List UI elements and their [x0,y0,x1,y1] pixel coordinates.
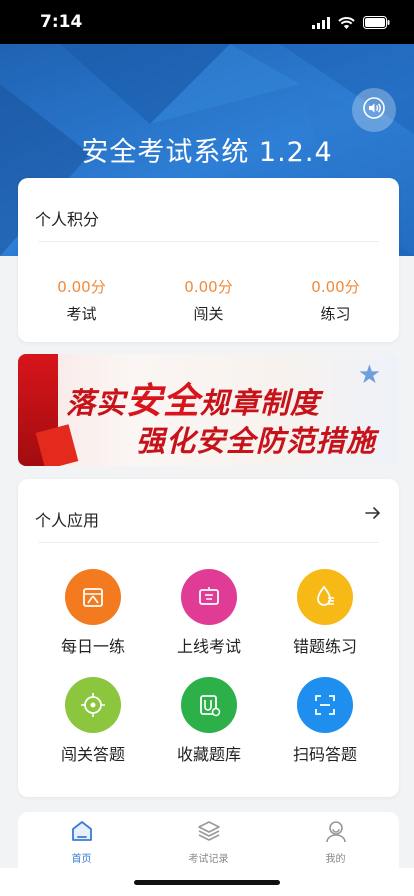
app-label: 扫码答题 [292,745,357,764]
banner-line-1: 落实安全规章制度 [66,372,320,424]
wifi-icon [338,14,355,33]
tab-home[interactable]: 首页 [18,812,145,868]
app-label: 收藏题库 [176,745,241,764]
app-scan-quiz[interactable]: 扫码答题 [270,677,380,765]
status-time: 7:14 [40,12,83,32]
points-stat-challenge[interactable]: 0.00分 闯关 [145,276,272,324]
points-card-title: 个人积分 [35,210,100,229]
scan-icon [297,677,353,733]
app-title: 安全考试系统 1.2.4 [81,137,333,168]
red-ribbon-decoration [35,424,79,466]
signal-icon [312,14,330,33]
points-label: 闯关 [193,305,224,323]
sound-toggle-button[interactable] [352,88,396,132]
banner-emphasis-text: 安全 [126,381,201,422]
tab-exam-records[interactable]: 考试记录 [145,812,272,868]
divider [38,542,379,543]
points-stats: 0.00分 考试 0.00分 闯关 0.00分 练习 [18,276,399,324]
points-stat-exam[interactable]: 0.00分 考试 [18,276,145,324]
favorite-icon [181,677,237,733]
system-icons [312,14,390,33]
app-label: 每日一练 [60,637,125,656]
speaker-icon [363,97,385,123]
calendar-icon [65,569,121,625]
exam-icon [181,569,237,625]
tab-label: 首页 [71,854,92,865]
status-bar: 7:14 [0,0,414,44]
points-value: 0.00分 [57,278,106,296]
wrong-question-icon [297,569,353,625]
star-decoration-icon: ★ [357,360,381,390]
points-card: 个人积分 0.00分 考试 0.00分 闯关 0.00分 练习 [18,178,399,342]
app-online-exam[interactable]: 上线考试 [154,569,264,657]
target-icon [65,677,121,733]
banner-text: 落实 [66,386,127,420]
points-stat-practice[interactable]: 0.00分 练习 [272,276,399,324]
tab-bar: 首页 考试记录 我的 [18,812,399,868]
apps-card: 个人应用 每日一练 上线考试 错题练习 闯关答题 收藏题库 扫码答题 [18,479,399,797]
tab-label: 考试记录 [188,854,229,865]
points-value: 0.00分 [311,278,360,296]
divider [38,241,379,242]
app-favorite-bank[interactable]: 收藏题库 [154,677,264,765]
banner-line-2: 强化安全防范措施 [136,424,377,458]
app-label: 错题练习 [292,637,357,656]
battery-icon [363,14,390,33]
home-indicator [134,880,280,885]
app-daily-practice[interactable]: 每日一练 [38,569,148,657]
banner-text: 规章制度 [200,386,321,420]
app-label: 闯关答题 [60,745,125,764]
layers-icon [196,821,222,848]
tab-label: 我的 [325,854,346,865]
slogan-banner[interactable]: ★ 落实安全规章制度 强化安全防范措施 [18,354,399,466]
points-value: 0.00分 [184,278,233,296]
home-icon [69,821,95,848]
user-icon [323,821,349,848]
points-label: 考试 [66,305,97,323]
tab-profile[interactable]: 我的 [272,812,399,868]
apps-card-title: 个人应用 [35,511,100,530]
app-challenge-quiz[interactable]: 闯关答题 [38,677,148,765]
points-label: 练习 [320,305,351,323]
app-wrong-questions[interactable]: 错题练习 [270,569,380,657]
arrow-right-icon[interactable] [365,505,381,524]
app-label: 上线考试 [176,637,241,656]
